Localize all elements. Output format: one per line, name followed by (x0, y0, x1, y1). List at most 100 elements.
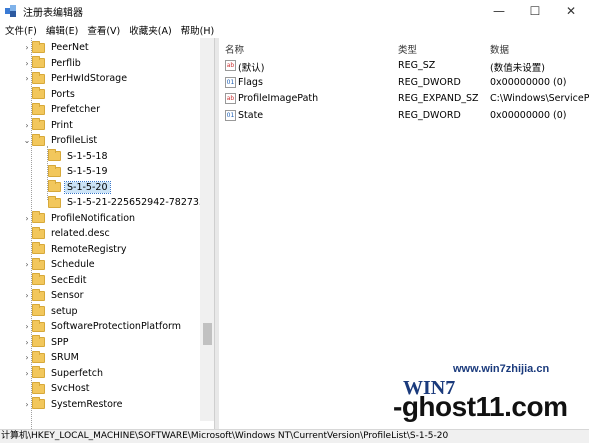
folder-icon (32, 335, 45, 348)
tree-item-spp[interactable]: › SPP (22, 335, 71, 351)
folder-open-icon (32, 133, 45, 146)
column-header-name[interactable]: 名称 (225, 42, 244, 56)
folder-icon (32, 288, 45, 301)
folder-icon (48, 149, 61, 162)
tree-item-srum[interactable]: › SRUM (22, 350, 81, 366)
value-name: (默认) (238, 63, 265, 74)
tree-vertical-scrollbar[interactable] (200, 38, 214, 421)
tree-item-perflib[interactable]: › Perflib (22, 56, 83, 72)
watermark-ghost: -ghost11.com (393, 391, 568, 422)
value-data: C:\Windows\ServicePr (490, 93, 589, 104)
value-data: (数值未设置) (490, 63, 545, 74)
tree-item-softwareprotectionplatform[interactable]: › SoftwareProtectionPlatform (22, 319, 183, 335)
tree-item-peernet[interactable]: › PeerNet (22, 40, 91, 56)
tree-item-profilenotification[interactable]: › ProfileNotification (22, 211, 137, 227)
column-header-type[interactable]: 类型 (398, 42, 417, 56)
menu-edit[interactable]: 编辑(E) (46, 23, 78, 37)
folder-icon (32, 257, 45, 270)
value-row[interactable]: 01 Flags REG_DWORD 0x00000000 (0) (219, 75, 589, 91)
folder-icon (32, 366, 45, 379)
tree-item-prefetcher[interactable]: Prefetcher (22, 102, 102, 118)
value-name: Flags (238, 76, 263, 88)
expand-chevron-icon[interactable]: › (22, 59, 32, 68)
tree-item-superfetch[interactable]: › Superfetch (22, 366, 105, 382)
folder-icon (32, 102, 45, 115)
tree-item-sensor[interactable]: › Sensor (22, 288, 86, 304)
folder-icon (32, 118, 45, 131)
value-name: State (238, 109, 264, 121)
minimize-icon: — (493, 4, 505, 18)
menu-bar: 文件(F) 编辑(E) 查看(V) 收藏夹(A) 帮助(H) (0, 22, 589, 38)
collapse-chevron-icon[interactable]: ⌄ (22, 136, 32, 145)
expand-chevron-icon[interactable]: › (22, 400, 32, 409)
tree-item-s-1-5-18[interactable]: S-1-5-18 (38, 149, 110, 165)
tree-item-related-desc[interactable]: related.desc (22, 226, 112, 242)
folder-icon (32, 56, 45, 69)
expand-chevron-icon[interactable]: › (22, 369, 32, 378)
expand-chevron-icon[interactable]: › (22, 353, 32, 362)
folder-icon (32, 40, 45, 53)
minimize-button[interactable]: — (481, 0, 517, 22)
expand-chevron-icon[interactable]: › (22, 322, 32, 331)
expand-chevron-icon[interactable]: › (22, 338, 32, 347)
binary-value-icon: 01 (225, 76, 236, 88)
expand-chevron-icon[interactable]: › (22, 260, 32, 269)
tree-item-ports[interactable]: Ports (22, 87, 77, 103)
site-watermark: www.win7zhijia.cn WIN7 -ghost11.com (393, 363, 585, 425)
value-data: 0x00000000 (0) (490, 76, 567, 88)
folder-icon (32, 242, 45, 255)
registry-tree[interactable]: › PeerNet › Perflib › PerHwIdStorage Por… (0, 38, 214, 429)
expand-chevron-icon[interactable]: › (22, 121, 32, 130)
tree-item-remoteregistry[interactable]: RemoteRegistry (22, 242, 129, 258)
menu-file[interactable]: 文件(F) (5, 23, 37, 37)
tree-item-svchost[interactable]: SvcHost (22, 381, 92, 397)
folder-icon (48, 164, 61, 177)
folder-icon (32, 397, 45, 410)
close-button[interactable]: ✕ (553, 0, 589, 22)
value-type: REG_SZ (398, 60, 436, 71)
folder-icon (32, 226, 45, 239)
tree-item-perhwidstorage[interactable]: › PerHwIdStorage (22, 71, 129, 87)
folder-icon (32, 350, 45, 363)
maximize-icon: ☐ (529, 4, 541, 18)
tree-item-setup[interactable]: setup (22, 304, 80, 320)
menu-help[interactable]: 帮助(H) (181, 23, 215, 37)
folder-icon (32, 71, 45, 84)
folder-icon (32, 273, 45, 286)
tree-item-systemrestore[interactable]: › SystemRestore (22, 397, 124, 413)
value-row[interactable]: 01 State REG_DWORD 0x00000000 (0) (219, 108, 589, 124)
string-value-icon: ab (225, 93, 236, 104)
tree-item-s-1-5-20[interactable]: S-1-5-20 (38, 180, 111, 196)
title-bar: 注册表编辑器 — ☐ ✕ (0, 0, 589, 22)
menu-view[interactable]: 查看(V) (87, 23, 120, 37)
expand-chevron-icon[interactable]: › (22, 43, 32, 52)
tree-item-schedule[interactable]: › Schedule (22, 257, 97, 273)
registry-path: 计算机\HKEY_LOCAL_MACHINE\SOFTWARE\Microsof… (1, 431, 449, 441)
value-name: ProfileImagePath (238, 93, 319, 104)
value-row[interactable]: ab ProfileImagePath REG_EXPAND_SZ C:\Win… (219, 91, 589, 107)
menu-favorites[interactable]: 收藏夹(A) (129, 23, 171, 37)
folder-icon (32, 319, 45, 332)
folder-icon (32, 87, 45, 100)
maximize-button[interactable]: ☐ (517, 0, 553, 22)
value-type: REG_DWORD (398, 76, 461, 88)
close-icon: ✕ (565, 4, 577, 18)
tree-item-s-1-5-21[interactable]: S-1-5-21-225652942-78273342 (38, 195, 214, 211)
regedit-app-icon (5, 5, 17, 17)
expand-chevron-icon[interactable]: › (22, 291, 32, 300)
folder-icon (32, 381, 45, 394)
value-data: 0x00000000 (0) (490, 109, 567, 121)
binary-value-icon: 01 (225, 109, 236, 121)
expand-chevron-icon[interactable]: › (22, 214, 32, 223)
tree-item-print[interactable]: › Print (22, 118, 75, 134)
expand-chevron-icon[interactable]: › (22, 74, 32, 83)
value-type: REG_EXPAND_SZ (398, 93, 479, 104)
folder-icon (48, 180, 61, 193)
column-header-data[interactable]: 数据 (490, 42, 509, 56)
tree-item-s-1-5-19[interactable]: S-1-5-19 (38, 164, 110, 180)
tree-item-secedit[interactable]: SecEdit (22, 273, 89, 289)
folder-icon (48, 195, 61, 208)
tree-item-profilelist[interactable]: ⌄ ProfileList (22, 133, 99, 149)
value-row[interactable]: ab (默认) REG_SZ (数值未设置) (219, 58, 589, 74)
tree-scrollbar-thumb[interactable] (203, 323, 212, 345)
